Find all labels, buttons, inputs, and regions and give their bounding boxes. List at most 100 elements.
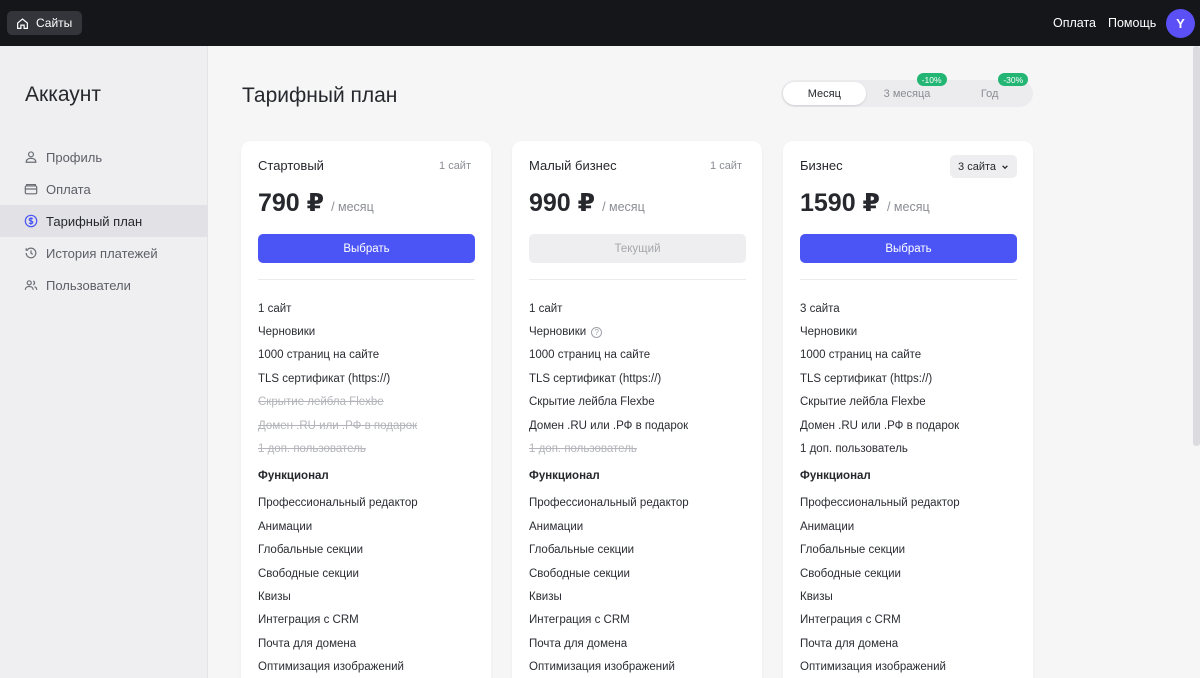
help-link[interactable]: Помощь [1108, 16, 1156, 30]
sites-count-select[interactable]: 3 сайта [950, 155, 1017, 178]
feature-item: Черновики? [529, 320, 749, 343]
feature-item: Черновики [258, 326, 316, 339]
function-item: Профессиональный редактор [529, 497, 689, 510]
history-icon [25, 247, 37, 259]
function-item: Профессиональный редактор [258, 497, 418, 510]
plan-period: / месяц [331, 200, 374, 214]
function-item: Квизы [258, 590, 291, 603]
feature-item: Черновики [800, 326, 858, 339]
plan-sites: 1 сайт [710, 160, 742, 172]
plan-name: Бизнес [800, 158, 843, 173]
section-heading: Функционал [258, 469, 329, 482]
function-item: Профессиональный редактор [800, 497, 960, 510]
function-item: Квизы [800, 590, 833, 603]
plan-card-starter: Стартовый 1 сайт 790 ₽ / месяц Выбрать 1… [241, 141, 491, 678]
home-icon [17, 17, 28, 29]
divider [800, 279, 1017, 280]
sidebar-item-payment[interactable]: Оплата [0, 173, 208, 205]
select-plan-button[interactable]: Выбрать [258, 234, 475, 263]
period-3-months[interactable]: 3 месяца -10% [866, 73, 949, 105]
user-icon [25, 151, 37, 163]
feature-item-unavailable: Скрытие лейбла Flexbe [258, 396, 384, 409]
sidebar-item-label: Оплата [46, 181, 91, 197]
plan-name: Малый бизнес [529, 158, 617, 173]
sidebar-item-history[interactable]: История платежей [0, 237, 208, 269]
feature-item: 1000 страниц на сайте [800, 349, 922, 362]
function-item: Интеграция с CRM [258, 614, 359, 627]
divider [258, 279, 475, 280]
sidebar-title: Аккаунт [25, 83, 102, 106]
sidebar-nav: Профиль Оплата Тарифный план История пла… [0, 141, 208, 301]
function-item: Свободные секции [800, 567, 901, 580]
function-item: Оптимизация изображений [800, 661, 946, 674]
function-item: Квизы [529, 590, 562, 603]
section-heading: Функционал [529, 469, 600, 482]
sidebar-item-tariff[interactable]: Тарифный план [0, 205, 208, 237]
sidebar: Аккаунт Профиль Оплата Тарифный план Ист… [0, 46, 208, 678]
plan-price: 990 ₽ [529, 189, 596, 217]
page-scrollbar[interactable] [1193, 46, 1200, 446]
sidebar-item-label: Пользователи [46, 277, 131, 293]
sidebar-item-profile[interactable]: Профиль [0, 141, 208, 173]
function-item: Свободные секции [529, 567, 630, 580]
feature-item: 1 доп. пользователь [800, 443, 908, 456]
function-item: Почта для домена [529, 637, 628, 650]
function-item: Анимации [258, 520, 313, 533]
period-year[interactable]: Год -30% [948, 73, 1031, 105]
feature-item-unavailable: 1 доп. пользователь [258, 443, 366, 456]
function-item: Оптимизация изображений [258, 661, 404, 674]
select-plan-button[interactable]: Выбрать [800, 234, 1017, 263]
feature-item: Скрытие лейбла Flexbe [800, 396, 926, 409]
wallet-icon [24, 184, 38, 195]
payment-link[interactable]: Оплата [1053, 16, 1096, 30]
section-heading: Функционал [800, 469, 871, 482]
price-row: 1590 ₽ / месяц [800, 188, 930, 218]
sites-count-value: 3 сайта [958, 160, 996, 173]
period-month[interactable]: Месяц [783, 82, 866, 105]
plan-price: 790 ₽ [258, 189, 325, 217]
function-item: Глобальные секции [529, 544, 635, 557]
avatar[interactable]: Y [1166, 9, 1195, 38]
top-bar: Сайты Оплата Помощь Y [0, 0, 1200, 46]
sites-button[interactable]: Сайты [7, 11, 83, 35]
function-item: Оптимизация изображений [529, 661, 675, 674]
sidebar-item-label: История платежей [46, 245, 158, 261]
price-row: 990 ₽ / месяц [529, 188, 645, 218]
feature-item: Скрытие лейбла Flexbe [529, 396, 655, 409]
discount-badge: -10% [916, 73, 947, 86]
feature-item: 1000 страниц на сайте [529, 349, 651, 362]
plan-price: 1590 ₽ [800, 189, 880, 217]
function-item: Почта для домена [800, 637, 899, 650]
feature-item: Домен .RU или .РФ в подарок [529, 419, 689, 432]
users-icon [24, 280, 38, 290]
help-icon[interactable]: ? [591, 326, 603, 338]
page-title: Тарифный план [242, 84, 398, 107]
plan-sites: 1 сайт [439, 160, 471, 172]
dollar-icon [24, 214, 38, 228]
function-item: Интеграция с CRM [800, 614, 901, 627]
feature-item-unavailable: 1 доп. пользователь [529, 443, 637, 456]
discount-badge: -30% [998, 73, 1029, 86]
function-item: Интеграция с CRM [529, 614, 630, 627]
sidebar-item-label: Тарифный план [46, 213, 143, 229]
period-label: 3 месяца [883, 87, 931, 100]
sidebar-item-users[interactable]: Пользователи [0, 269, 208, 301]
sites-button-label: Сайты [36, 16, 73, 30]
feature-item: TLS сертификат (https://) [800, 372, 933, 385]
function-item: Свободные секции [258, 567, 359, 580]
plan-card-small-business: Малый бизнес 1 сайт 990 ₽ / месяц Текущи… [512, 141, 762, 678]
feature-item-unavailable: Домен .RU или .РФ в подарок [258, 419, 418, 432]
function-item: Глобальные секции [258, 544, 364, 557]
plan-name: Стартовый [258, 158, 324, 173]
feature-item: TLS сертификат (https://) [258, 372, 391, 385]
feature-item: TLS сертификат (https://) [529, 372, 662, 385]
feature-item: 1 сайт [529, 302, 563, 315]
period-label: Год [980, 87, 999, 100]
feature-list: 1 сайт Черновики 1000 страниц на сайте T… [258, 297, 478, 678]
divider [529, 279, 746, 280]
feature-list: 3 сайта Черновики 1000 страниц на сайте … [800, 297, 1020, 678]
feature-item: 1 сайт [258, 302, 292, 315]
plan-period: / месяц [886, 200, 930, 214]
plan-card-business: Бизнес 3 сайта 1590 ₽ / месяц Выбрать 3 … [783, 141, 1033, 678]
feature-item: Домен .RU или .РФ в подарок [800, 419, 960, 432]
